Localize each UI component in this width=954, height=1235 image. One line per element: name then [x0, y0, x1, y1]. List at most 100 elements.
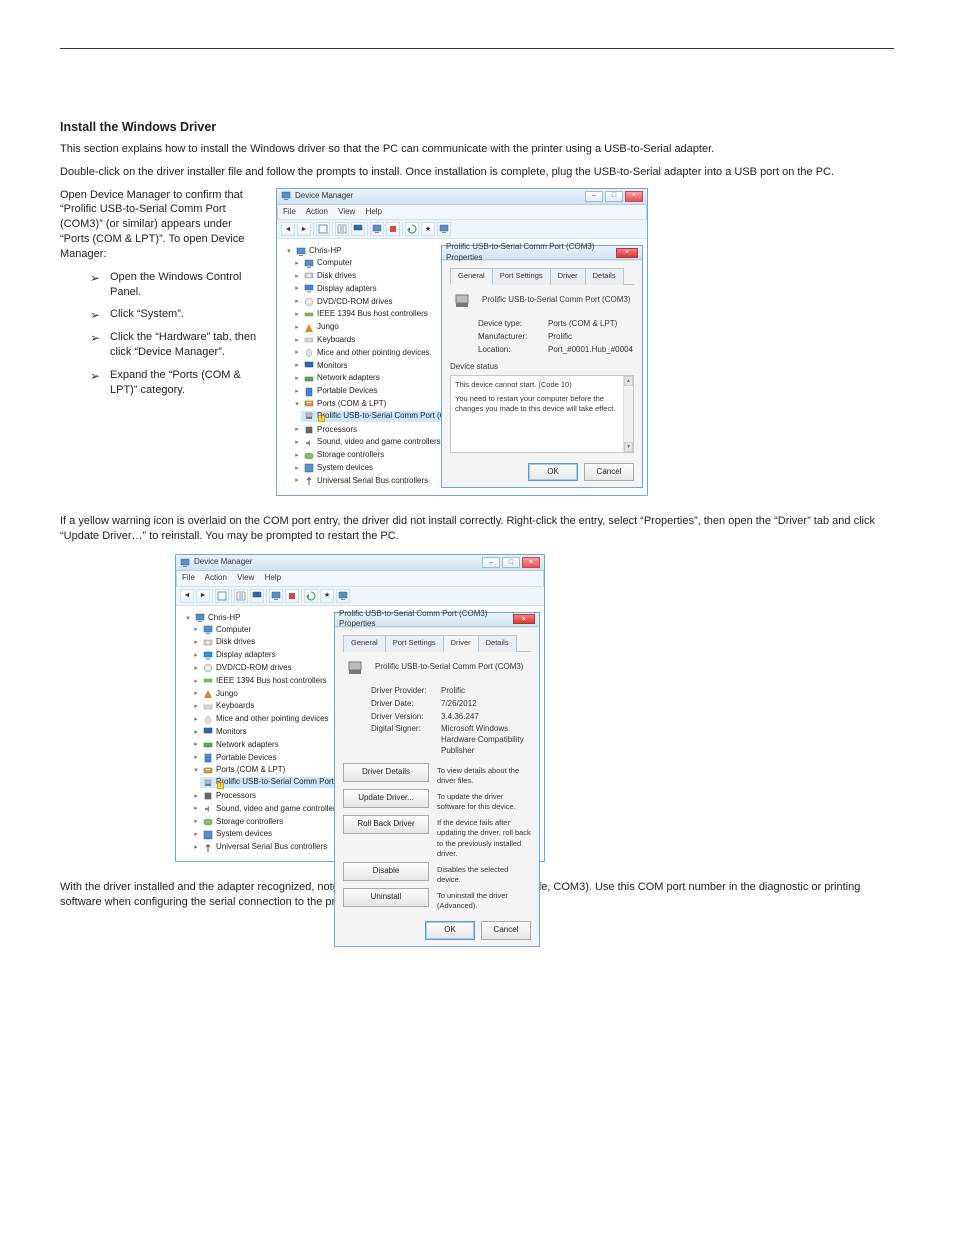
- tree-item-label[interactable]: Ports (COM & LPT): [317, 399, 386, 410]
- tree-item-label[interactable]: IEEE 1394 Bus host controllers: [317, 309, 428, 320]
- update-driver-button[interactable]: Update Driver...: [343, 789, 429, 808]
- scroll-up-icon[interactable]: ▴: [624, 376, 633, 386]
- toolbar-uninstall-button[interactable]: [285, 589, 299, 603]
- window-close-button[interactable]: ×: [625, 191, 643, 202]
- device-name: Prolific USB-to-Serial Comm Port (COM3): [375, 662, 523, 673]
- device-tree[interactable]: ▾Chris-HP ▸Computer▸Disk drives▸Display …: [283, 245, 445, 488]
- window-close-button[interactable]: ×: [522, 557, 540, 568]
- toolbar-monitor-button[interactable]: [250, 589, 264, 603]
- toolbar-star-button[interactable]: ★: [421, 222, 435, 236]
- tree-item-label[interactable]: Monitors: [216, 727, 247, 738]
- uninstall-button[interactable]: Uninstall: [343, 888, 429, 907]
- toolbar-forward-button[interactable]: ►: [297, 222, 311, 236]
- toolbar-refresh-button[interactable]: [405, 222, 419, 236]
- menu-action[interactable]: Action: [306, 207, 328, 216]
- tree-item-label[interactable]: Keyboards: [216, 701, 254, 712]
- menu-help[interactable]: Help: [265, 573, 281, 582]
- tab-general[interactable]: General: [450, 268, 493, 285]
- tab-driver[interactable]: Driver: [550, 268, 586, 285]
- toolbar-scan-button[interactable]: [370, 222, 384, 236]
- menu-help[interactable]: Help: [366, 207, 382, 216]
- toolbar-back-button[interactable]: ◄: [281, 222, 295, 236]
- tab-general[interactable]: General: [343, 635, 386, 652]
- tree-item-label[interactable]: Storage controllers: [317, 450, 384, 461]
- tab-port-settings[interactable]: Port Settings: [385, 635, 444, 652]
- tree-item-label[interactable]: Keyboards: [317, 335, 355, 346]
- tree-item-label[interactable]: Universal Serial Bus controllers: [216, 842, 327, 853]
- properties-dialog: Prolific USB-to-Serial Comm Port (COM3) …: [334, 612, 540, 947]
- window-maximize-button[interactable]: □: [502, 557, 520, 568]
- tree-item-label[interactable]: Monitors: [317, 361, 348, 372]
- window-maximize-button[interactable]: □: [605, 191, 623, 202]
- scrollbar[interactable]: ▴ ▾: [623, 376, 633, 452]
- tree-item-label[interactable]: Computer: [317, 258, 352, 269]
- tree-item-label[interactable]: Storage controllers: [216, 817, 283, 828]
- tree-item-label[interactable]: Portable Devices: [216, 753, 276, 764]
- tab-driver[interactable]: Driver: [443, 635, 479, 652]
- device-tree[interactable]: ▾Chris-HP ▸Computer▸Disk drives▸Display …: [182, 612, 352, 855]
- ok-button[interactable]: OK: [425, 921, 475, 940]
- device-icon: [452, 291, 474, 309]
- tree-item-label[interactable]: System devices: [317, 463, 373, 474]
- tree-item-label[interactable]: IEEE 1394 Bus host controllers: [216, 676, 327, 687]
- tree-root[interactable]: Chris-HP: [208, 613, 240, 624]
- dialog-close-button[interactable]: ×: [616, 248, 638, 258]
- window-minimize-button[interactable]: –: [482, 557, 500, 568]
- tab-details[interactable]: Details: [585, 268, 624, 285]
- tree-item-label[interactable]: Processors: [317, 425, 357, 436]
- tree-item-label[interactable]: Ports (COM & LPT): [216, 765, 285, 776]
- tree-item-label[interactable]: Sound, video and game controllers: [317, 437, 441, 448]
- tree-item-label[interactable]: Jungo: [216, 689, 238, 700]
- tree-item-label[interactable]: Mice and other pointing devices: [317, 348, 430, 359]
- tree-item-label[interactable]: Display adapters: [317, 284, 377, 295]
- tree-item-label[interactable]: Disk drives: [216, 637, 255, 648]
- tree-root[interactable]: Chris-HP: [309, 246, 341, 257]
- tree-item-label[interactable]: Network adapters: [216, 740, 279, 751]
- toolbar-properties-button[interactable]: [335, 222, 349, 236]
- tree-item-label[interactable]: Network adapters: [317, 373, 380, 384]
- ok-button[interactable]: OK: [528, 463, 578, 482]
- menu-action[interactable]: Action: [205, 573, 227, 582]
- uninstall-desc: To uninstall the driver (Advanced).: [437, 888, 531, 911]
- toolbar-monitor-button[interactable]: [351, 222, 365, 236]
- tree-item-label[interactable]: Portable Devices: [317, 386, 377, 397]
- menu-view[interactable]: View: [237, 573, 254, 582]
- body-para: This section explains how to install the…: [60, 142, 894, 157]
- tree-item-label[interactable]: Computer: [216, 625, 251, 636]
- toolbar-star-button[interactable]: ★: [320, 589, 334, 603]
- tree-item-label[interactable]: Universal Serial Bus controllers: [317, 476, 428, 487]
- tab-details[interactable]: Details: [478, 635, 517, 652]
- tree-item-label[interactable]: System devices: [216, 829, 272, 840]
- tab-port-settings[interactable]: Port Settings: [492, 268, 551, 285]
- cancel-button[interactable]: Cancel: [481, 921, 531, 940]
- cancel-button[interactable]: Cancel: [584, 463, 634, 482]
- menu-file[interactable]: File: [283, 207, 296, 216]
- tree-item-label[interactable]: Sound, video and game controllers: [216, 804, 340, 815]
- dialog-title: Prolific USB-to-Serial Comm Port (COM3) …: [339, 609, 513, 631]
- rollback-driver-button[interactable]: Roll Back Driver: [343, 815, 429, 834]
- scroll-down-icon[interactable]: ▾: [624, 442, 633, 452]
- toolbar-scan-button[interactable]: [269, 589, 283, 603]
- menu-view[interactable]: View: [338, 207, 355, 216]
- tree-item-label[interactable]: DVD/CD-ROM drives: [317, 297, 393, 308]
- toolbar-scan2-button[interactable]: [437, 222, 451, 236]
- toolbar-uninstall-button[interactable]: [386, 222, 400, 236]
- driver-details-button[interactable]: Driver Details: [343, 763, 429, 782]
- toolbar-forward-button[interactable]: ►: [196, 589, 210, 603]
- toolbar-properties-button[interactable]: [234, 589, 248, 603]
- tree-item-label[interactable]: Jungo: [317, 322, 339, 333]
- toolbar-back-button[interactable]: ◄: [180, 589, 194, 603]
- dialog-close-button[interactable]: ×: [513, 614, 535, 624]
- toolbar-refresh-button[interactable]: [304, 589, 318, 603]
- toolbar-scan2-button[interactable]: [336, 589, 350, 603]
- menu-file[interactable]: File: [182, 573, 195, 582]
- toolbar-up-button[interactable]: [215, 589, 229, 603]
- tree-item-label[interactable]: Disk drives: [317, 271, 356, 282]
- tree-item-label[interactable]: Processors: [216, 791, 256, 802]
- window-minimize-button[interactable]: –: [585, 191, 603, 202]
- toolbar-up-button[interactable]: [316, 222, 330, 236]
- tree-item-label[interactable]: Display adapters: [216, 650, 276, 661]
- tree-item-label[interactable]: Mice and other pointing devices: [216, 714, 329, 725]
- disable-button[interactable]: Disable: [343, 862, 429, 881]
- tree-item-label[interactable]: DVD/CD-ROM drives: [216, 663, 292, 674]
